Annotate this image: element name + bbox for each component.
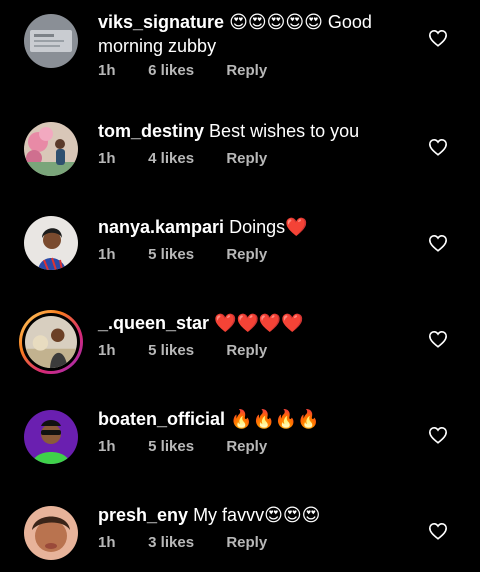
comment-item: _.queen_star ❤️❤️❤️❤️ 1h 5 likes Reply [0,288,480,384]
reply-button[interactable]: Reply [226,62,267,79]
comment-text: _.queen_star ❤️❤️❤️❤️ [98,311,416,335]
avatar[interactable] [24,122,78,176]
avatar-image [24,216,78,270]
comment-meta: 1h 5 likes Reply [98,438,267,455]
comment-meta: 1h 5 likes Reply [98,246,267,263]
comment-username[interactable]: presh_eny [98,505,188,525]
avatar[interactable] [24,506,78,560]
reply-button[interactable]: Reply [226,246,267,263]
comment-item: nanya.kampari Doings❤️ 1h 5 likes Reply [0,192,480,288]
comment-meta: 1h 5 likes Reply [98,342,267,359]
heart-outline-icon[interactable] [428,29,448,47]
heart-outline-icon[interactable] [428,522,448,540]
comment-likes[interactable]: 5 likes [148,438,222,455]
comment-likes[interactable]: 5 likes [148,246,222,263]
heart-outline-icon[interactable] [428,138,448,156]
comment-username[interactable]: _.queen_star [98,313,209,333]
comment-likes[interactable]: 6 likes [148,62,222,79]
comments-list: viks_signature 😍😍😍😍😍 Good morning zubby … [0,0,480,572]
avatar-image [24,14,78,68]
comment-text: presh_eny My favvv😍😍😍 [98,503,416,527]
comment-body: ❤️❤️❤️❤️ [214,313,304,333]
avatar[interactable] [24,14,78,68]
avatar-image [24,122,78,176]
comment-text: viks_signature 😍😍😍😍😍 Good morning zubby [98,10,416,58]
avatar-image [25,316,77,368]
comment-likes[interactable]: 5 likes [148,342,222,359]
avatar[interactable] [24,216,78,270]
comment-username[interactable]: tom_destiny [98,121,204,141]
comment-time: 1h [98,342,116,359]
heart-outline-icon[interactable] [428,426,448,444]
comment-body: 🔥🔥🔥🔥 [230,409,320,429]
comment-meta: 1h 6 likes Reply [98,62,267,79]
comment-item: boaten_official 🔥🔥🔥🔥 1h 5 likes Reply [0,384,480,480]
comment-item: viks_signature 😍😍😍😍😍 Good morning zubby … [0,0,480,96]
reply-button[interactable]: Reply [226,150,267,167]
comment-meta: 1h 3 likes Reply [98,534,267,551]
reply-button[interactable]: Reply [226,534,267,551]
comment-text: tom_destiny Best wishes to you [98,119,416,143]
comment-time: 1h [98,150,116,167]
comment-likes[interactable]: 4 likes [148,150,222,167]
comment-meta: 1h 4 likes Reply [98,150,267,167]
comment-username[interactable]: nanya.kampari [98,217,224,237]
comment-item: tom_destiny Best wishes to you 1h 4 like… [0,96,480,192]
reply-button[interactable]: Reply [226,438,267,455]
avatar[interactable] [19,310,83,374]
heart-outline-icon[interactable] [428,330,448,348]
comment-username[interactable]: viks_signature [98,12,224,32]
avatar-image [24,506,78,560]
comment-text: boaten_official 🔥🔥🔥🔥 [98,407,416,431]
comment-time: 1h [98,438,116,455]
comment-likes[interactable]: 3 likes [148,534,222,551]
comment-time: 1h [98,534,116,551]
comment-text: nanya.kampari Doings❤️ [98,215,416,239]
comment-body: My favvv😍😍😍 [193,505,321,525]
comment-item: presh_eny My favvv😍😍😍 1h 3 likes Reply [0,480,480,572]
comment-time: 1h [98,62,116,79]
heart-outline-icon[interactable] [428,234,448,252]
comment-body: Best wishes to you [209,121,360,141]
reply-button[interactable]: Reply [226,342,267,359]
avatar-image [24,410,78,464]
comment-username[interactable]: boaten_official [98,409,225,429]
avatar[interactable] [24,410,78,464]
comment-body: Doings❤️ [229,217,308,237]
comment-time: 1h [98,246,116,263]
